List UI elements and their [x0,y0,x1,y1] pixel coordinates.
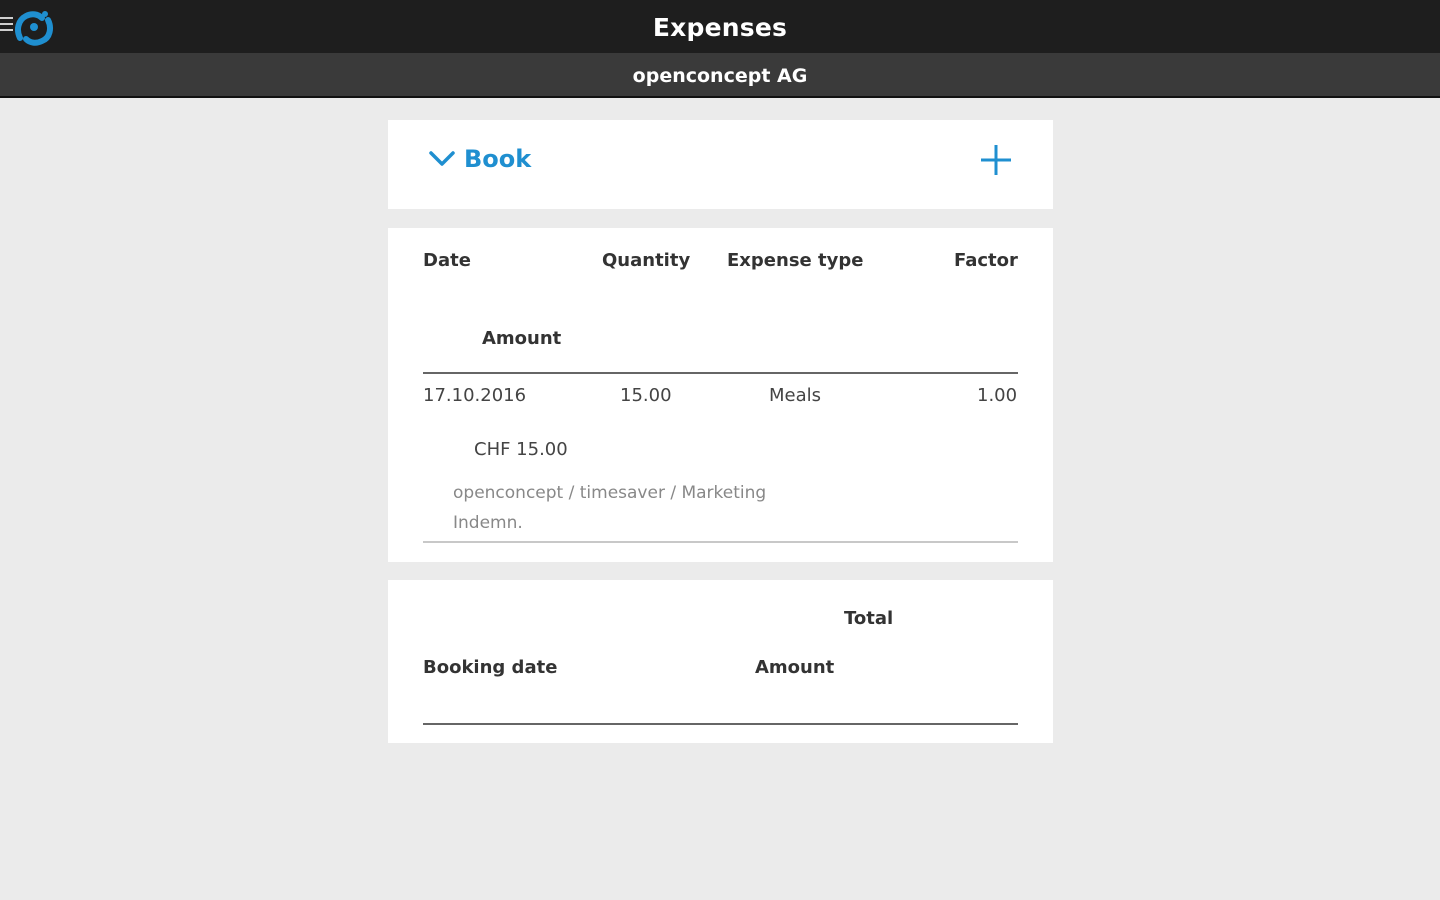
column-header-quantity[interactable]: Quantity [602,250,690,271]
totals-panel: Total Booking date Amount [388,580,1053,743]
chevron-down-icon [429,151,455,166]
column-header-total: Total [844,608,894,629]
app-header: Expenses [0,0,1440,53]
header-divider [423,372,1018,374]
row-divider [423,541,1018,543]
row-expense-type: Meals [769,385,822,406]
page-title: Expenses [652,13,788,42]
column-header-factor[interactable]: Factor [954,250,1018,271]
row-date: 17.10.2016 [423,385,527,406]
column-header-total-amount: Amount [755,657,835,678]
book-label: Book [464,145,532,173]
row-amount: CHF 15.00 [474,439,568,460]
book-toggle[interactable]: Book [428,142,531,176]
column-header-date[interactable]: Date [423,250,471,271]
expense-list: Date Quantity Expense type Factor Amount… [388,228,1053,562]
column-header-booking-date: Booking date [423,657,558,678]
totals-divider [423,723,1018,725]
column-header-amount[interactable]: Amount [482,328,561,349]
add-expense-icon[interactable] [978,142,1014,178]
row-note: Indemn. [453,513,523,533]
row-factor: 1.00 [977,385,1018,406]
row-quantity: 15.00 [620,385,672,406]
book-panel: Book [388,120,1053,209]
column-header-expense-type[interactable]: Expense type [727,250,863,271]
company-name: openconcept AG [0,53,1440,98]
row-project-path: openconcept / timesaver / Marketing [453,483,767,503]
